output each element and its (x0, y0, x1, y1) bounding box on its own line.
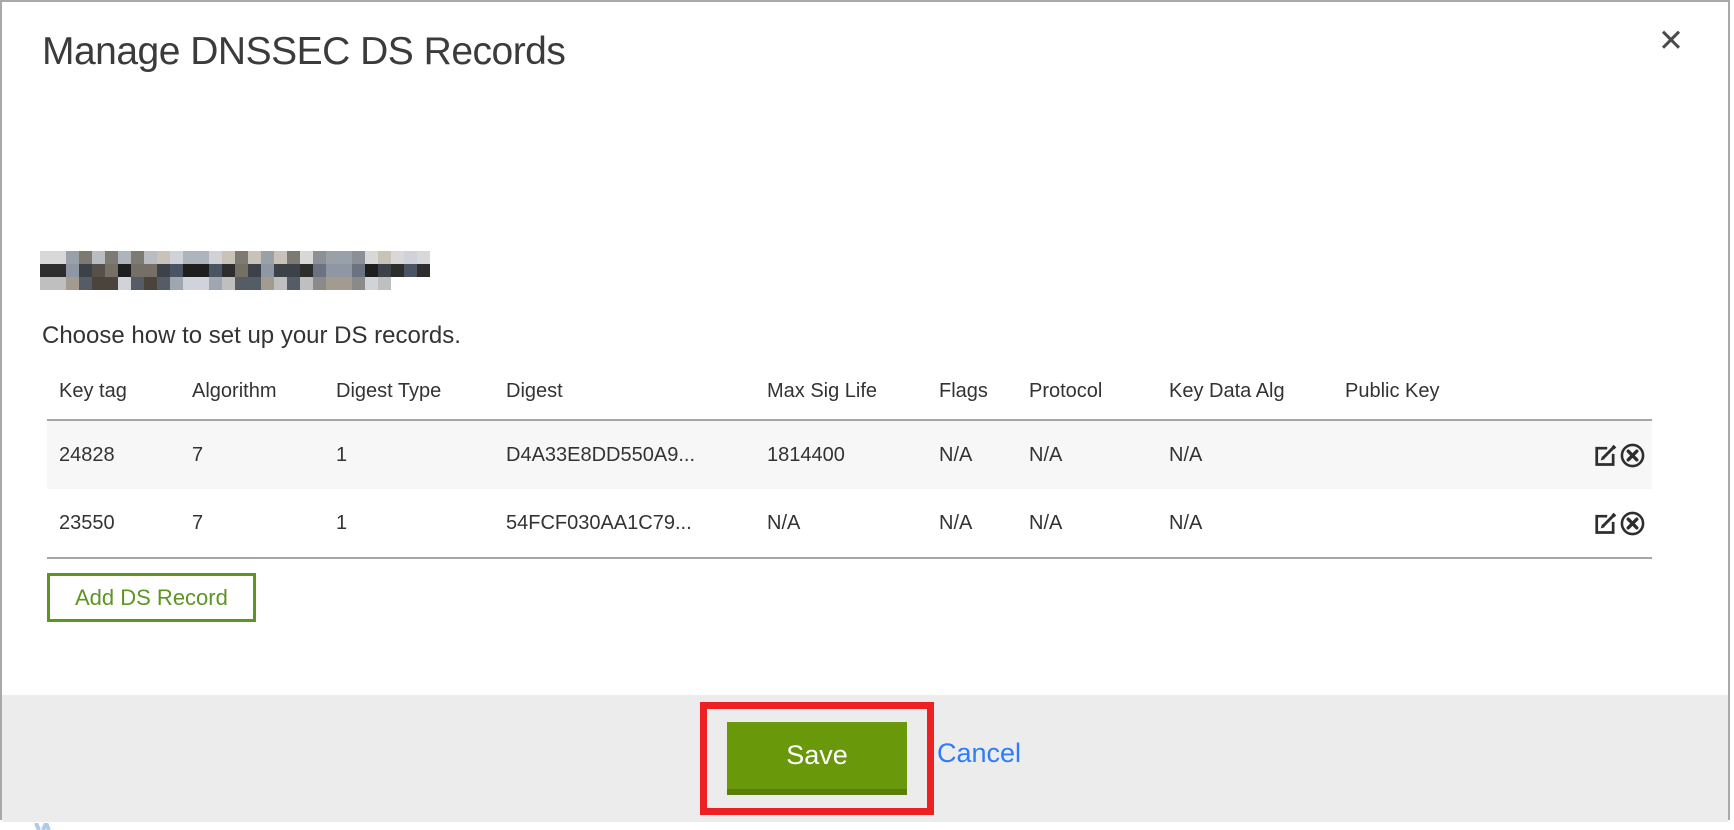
table-row: 235507154FCF030AA1C79...N/AN/AN/AN/A (47, 489, 1652, 558)
column-header: Public Key (1333, 364, 1562, 420)
table-cell (1333, 420, 1562, 489)
column-header: Algorithm (180, 364, 324, 420)
table-cell: N/A (1017, 489, 1157, 558)
table-cell: D4A33E8DD550A9... (494, 420, 755, 489)
delete-record-icon[interactable] (1619, 442, 1646, 469)
table-cell: 1814400 (755, 420, 927, 489)
column-header: Digest Type (324, 364, 494, 420)
table-header-row: Key tagAlgorithmDigest TypeDigestMax Sig… (47, 364, 1652, 420)
column-header-actions (1562, 364, 1652, 420)
table-cell (1333, 489, 1562, 558)
column-header: Key Data Alg (1157, 364, 1333, 420)
save-button[interactable]: Save (727, 722, 907, 795)
table-row: 2482871D4A33E8DD550A9...1814400N/AN/AN/A (47, 420, 1652, 489)
table-cell: 1 (324, 489, 494, 558)
edit-record-icon[interactable] (1592, 510, 1619, 537)
redacted-domain-name (40, 251, 430, 290)
add-ds-record-button[interactable]: Add DS Record (47, 573, 256, 622)
column-header: Max Sig Life (755, 364, 927, 420)
table-cell: N/A (1157, 489, 1333, 558)
close-icon[interactable]: ✕ (1658, 26, 1684, 57)
table-cell: 23550 (47, 489, 180, 558)
table-cell: 54FCF030AA1C79... (494, 489, 755, 558)
column-header: Flags (927, 364, 1017, 420)
ds-table-body: 2482871D4A33E8DD550A9...1814400N/AN/AN/A… (47, 420, 1652, 558)
modal-footer: Save Cancel (2, 695, 1728, 822)
table-cell: N/A (755, 489, 927, 558)
annotation-highlight-box: Save (700, 702, 934, 815)
row-actions (1562, 420, 1652, 489)
ds-records-table: Key tagAlgorithmDigest TypeDigestMax Sig… (47, 364, 1652, 559)
modal-title: Manage DNSSEC DS Records (42, 30, 565, 74)
table-cell: 7 (180, 489, 324, 558)
table-cell: N/A (1017, 420, 1157, 489)
dnssec-modal: Manage DNSSEC DS Records ✕ Choose how to… (0, 0, 1730, 820)
row-actions (1562, 489, 1652, 558)
cancel-link[interactable]: Cancel (937, 738, 1021, 769)
table-cell: 24828 (47, 420, 180, 489)
table-cell: 1 (324, 420, 494, 489)
table-cell: 7 (180, 420, 324, 489)
background-page-remnant (30, 823, 64, 830)
column-header: Protocol (1017, 364, 1157, 420)
table-cell: N/A (927, 420, 1017, 489)
delete-record-icon[interactable] (1619, 510, 1646, 537)
instruction-text: Choose how to set up your DS records. (42, 322, 461, 350)
table-cell: N/A (1157, 420, 1333, 489)
table-cell: N/A (927, 489, 1017, 558)
edit-record-icon[interactable] (1592, 442, 1619, 469)
column-header: Key tag (47, 364, 180, 420)
column-header: Digest (494, 364, 755, 420)
